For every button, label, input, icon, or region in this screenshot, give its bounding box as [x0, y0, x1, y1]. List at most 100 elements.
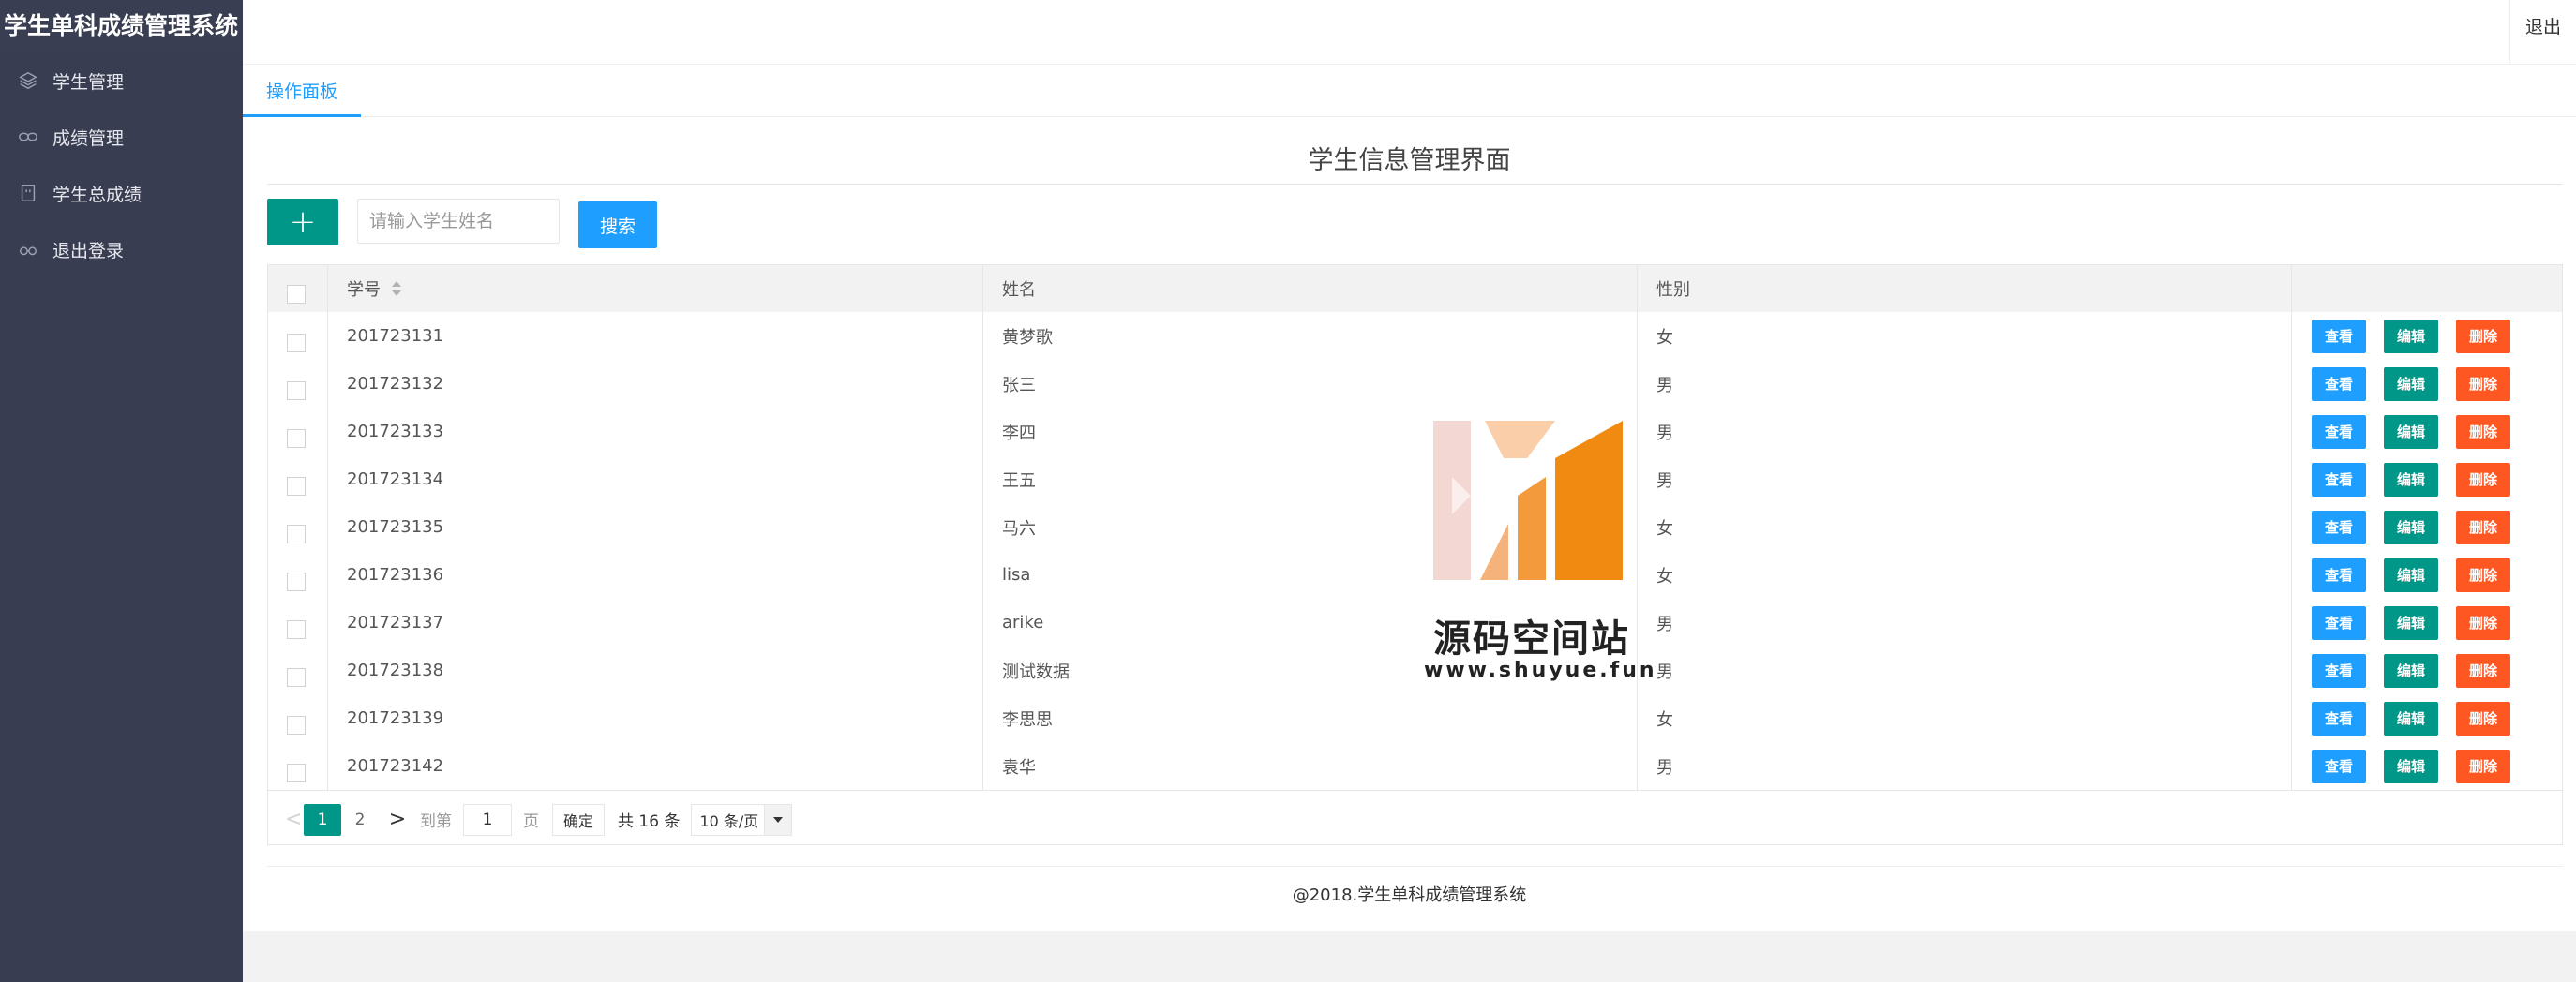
select-all-checkbox[interactable]	[287, 285, 306, 304]
edit-button[interactable]: 编辑	[2384, 653, 2438, 688]
tab-bar: 操作面板	[243, 65, 2576, 117]
column-header-actions	[2292, 265, 2562, 312]
cell-sex: 男	[1638, 742, 2292, 790]
cell-actions: 查看 编辑 删除	[2292, 455, 2562, 503]
cell-name: 测试数据	[983, 647, 1638, 694]
sidebar-item-score-management[interactable]: 成绩管理	[0, 109, 243, 165]
view-button[interactable]: 查看	[2312, 605, 2366, 640]
delete-button[interactable]: 删除	[2456, 558, 2510, 592]
edit-button[interactable]: 编辑	[2384, 701, 2438, 736]
chevron-down-icon[interactable]	[764, 804, 792, 835]
cell-actions: 查看 编辑 删除	[2292, 312, 2562, 360]
cell-actions: 查看 编辑 删除	[2292, 551, 2562, 599]
row-checkbox[interactable]	[287, 524, 306, 543]
search-button[interactable]: 搜索	[578, 201, 657, 248]
edit-button[interactable]: 编辑	[2384, 749, 2438, 783]
goto-page-input[interactable]	[463, 803, 512, 836]
cell-id: 201723132	[328, 360, 983, 408]
page-1-button[interactable]: 1	[304, 803, 341, 836]
table-row: 201723138 测试数据男查看 编辑 删除	[268, 647, 2562, 695]
delete-button[interactable]: 删除	[2456, 319, 2510, 353]
cell-name: 李思思	[983, 694, 1638, 742]
search-input[interactable]	[357, 199, 560, 244]
edit-button[interactable]: 编辑	[2384, 510, 2438, 544]
sort-icon[interactable]	[392, 279, 401, 298]
edit-button[interactable]: 编辑	[2384, 414, 2438, 449]
cell-actions: 查看 编辑 删除	[2292, 647, 2562, 694]
view-button[interactable]: 查看	[2312, 462, 2366, 497]
view-button[interactable]: 查看	[2312, 749, 2366, 783]
cell-sex: 女	[1638, 551, 2292, 599]
view-button[interactable]: 查看	[2312, 510, 2366, 544]
row-checkbox[interactable]	[287, 333, 306, 352]
cell-id: 201723142	[328, 742, 983, 790]
view-button[interactable]: 查看	[2312, 414, 2366, 449]
table-row: 201723139 李思思女查看 编辑 删除	[268, 694, 2562, 743]
delete-button[interactable]: 删除	[2456, 510, 2510, 544]
column-header-label: 姓名	[1002, 280, 1036, 300]
edit-button[interactable]: 编辑	[2384, 462, 2438, 497]
view-button[interactable]: 查看	[2312, 558, 2366, 592]
delete-button[interactable]: 删除	[2456, 605, 2510, 640]
view-button[interactable]: 查看	[2312, 319, 2366, 353]
row-checkbox[interactable]	[287, 572, 306, 591]
page-unit-label: 页	[523, 812, 539, 831]
view-button[interactable]: 查看	[2312, 653, 2366, 688]
edit-button[interactable]: 编辑	[2384, 605, 2438, 640]
row-checkbox[interactable]	[287, 619, 306, 639]
row-checkbox[interactable]	[287, 715, 306, 735]
sidebar: 学生单科成绩管理系统 学生管理 成绩管理 学生总成绩 退出登录	[0, 0, 243, 982]
row-checkbox[interactable]	[287, 380, 306, 400]
add-student-button[interactable]: +	[267, 199, 338, 246]
cell-id: 201723133	[328, 408, 983, 455]
next-page-button[interactable]: >	[379, 808, 416, 831]
edit-button[interactable]: 编辑	[2384, 366, 2438, 401]
link-icon	[17, 126, 39, 148]
edit-button[interactable]: 编辑	[2384, 558, 2438, 592]
table-row: 201723142 袁华男查看 编辑 删除	[268, 742, 2562, 791]
sidebar-item-student-management[interactable]: 学生管理	[0, 52, 243, 109]
cell-sex: 男	[1638, 599, 2292, 647]
row-checkbox[interactable]	[287, 476, 306, 496]
goto-confirm-button[interactable]: 确定	[552, 803, 605, 836]
delete-button[interactable]: 删除	[2456, 462, 2510, 497]
delete-button[interactable]: 删除	[2456, 653, 2510, 688]
sidebar-item-label: 学生总成绩	[52, 184, 142, 205]
tab-operation-panel[interactable]: 操作面板	[243, 65, 361, 117]
cell-id: 201723136	[328, 551, 983, 599]
column-header-label: 学号	[347, 280, 381, 300]
row-checkbox[interactable]	[287, 763, 306, 782]
row-checkbox[interactable]	[287, 428, 306, 448]
row-checkbox[interactable]	[287, 667, 306, 687]
main-content: 操作面板 学生信息管理界面 + 搜索 学号 姓名 性别 201723131黄梦歌…	[243, 65, 2576, 931]
cell-name: 张三	[983, 360, 1638, 408]
table-row: 201723133 李四男查看 编辑 删除	[268, 408, 2562, 456]
page-size-select[interactable]: 10 条/页	[691, 803, 793, 836]
cell-sex: 男	[1638, 647, 2292, 694]
sidebar-item-logout[interactable]: 退出登录	[0, 221, 243, 277]
table-row: 201723131 黄梦歌女查看 编辑 删除	[268, 312, 2562, 361]
sidebar-item-label: 成绩管理	[52, 127, 125, 149]
pagination: < 1 2 > 到第 页 确定 共 16 条 10 条/页	[268, 795, 2562, 844]
edit-button[interactable]: 编辑	[2384, 319, 2438, 353]
view-button[interactable]: 查看	[2312, 366, 2366, 401]
delete-button[interactable]: 删除	[2456, 414, 2510, 449]
sidebar-item-total-score[interactable]: 学生总成绩	[0, 165, 243, 221]
cell-name: 黄梦歌	[983, 312, 1638, 360]
cell-actions: 查看 编辑 删除	[2292, 694, 2562, 742]
column-header-sex: 性别	[1638, 265, 2292, 312]
logout-button[interactable]: 退出	[2509, 0, 2576, 64]
delete-button[interactable]: 删除	[2456, 749, 2510, 783]
table-row: 201723132 张三男查看 编辑 删除	[268, 360, 2562, 409]
sidebar-item-label: 学生管理	[52, 71, 125, 93]
footer-text: @2018.学生单科成绩管理系统	[1292, 885, 1527, 905]
delete-button[interactable]: 删除	[2456, 366, 2510, 401]
column-header-id[interactable]: 学号	[328, 265, 983, 312]
page-2-button[interactable]: 2	[341, 804, 379, 836]
sidebar-item-label: 退出登录	[52, 240, 125, 261]
prev-page-button[interactable]: <	[285, 808, 304, 831]
cell-sex: 男	[1638, 455, 2292, 503]
page-title: 学生信息管理界面	[1308, 146, 1511, 175]
view-button[interactable]: 查看	[2312, 701, 2366, 736]
delete-button[interactable]: 删除	[2456, 701, 2510, 736]
